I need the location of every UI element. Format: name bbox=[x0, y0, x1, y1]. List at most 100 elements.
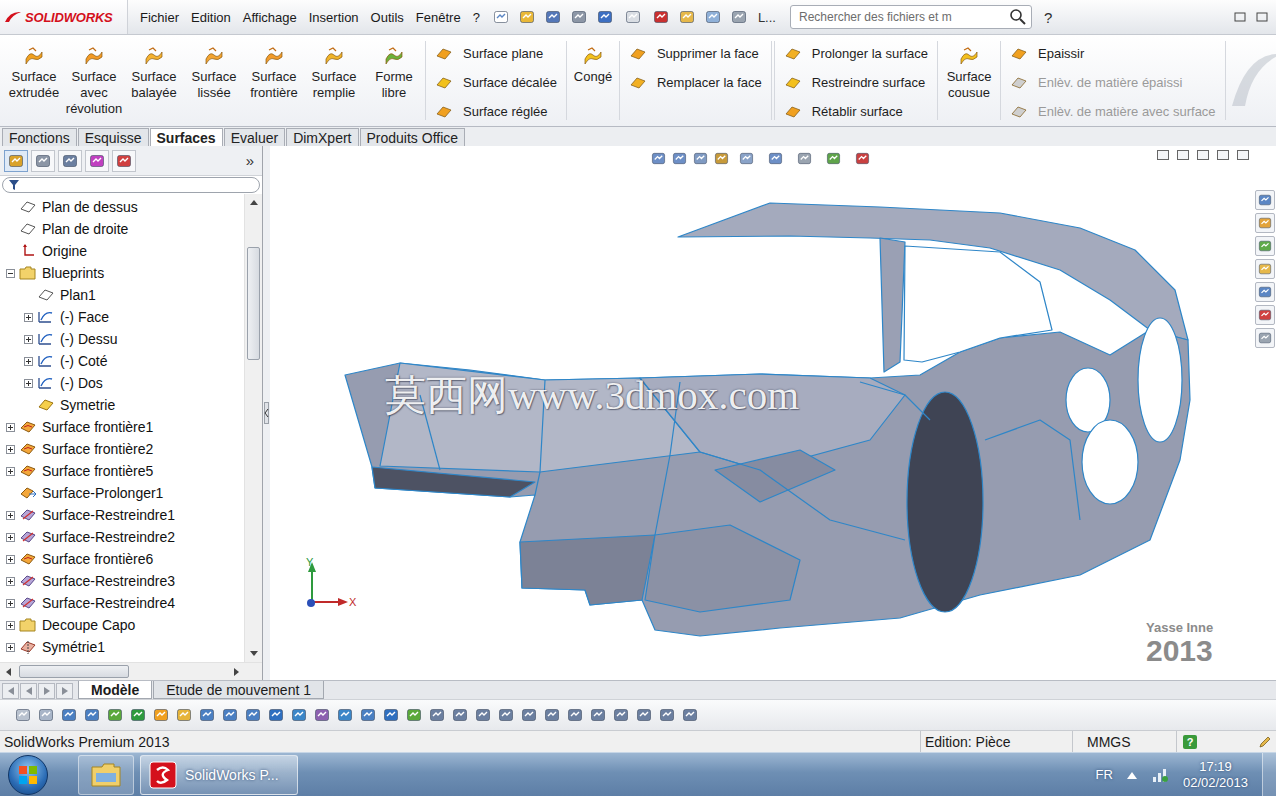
tree-item[interactable]: Surface frontière2 bbox=[0, 438, 244, 460]
selection-button[interactable] bbox=[14, 706, 32, 724]
expand-toggle[interactable] bbox=[6, 599, 15, 608]
selection-button[interactable] bbox=[336, 706, 354, 724]
ribbon-button[interactable]: Surface remplie bbox=[304, 35, 364, 126]
command-tab[interactable]: Produits Office bbox=[360, 128, 466, 146]
tree-item[interactable]: Plan1 bbox=[0, 284, 244, 306]
toolbar-button[interactable] bbox=[728, 6, 750, 28]
menu-item[interactable]: Affichage bbox=[237, 8, 303, 27]
view-button[interactable] bbox=[649, 149, 667, 167]
task-pane-button[interactable] bbox=[1255, 236, 1275, 256]
selection-button[interactable] bbox=[474, 706, 492, 724]
tree-item[interactable]: Surface frontière6 bbox=[0, 548, 244, 570]
toolbar-more[interactable]: L... bbox=[754, 10, 780, 25]
ribbon-small-button[interactable]: Remplacer la face bbox=[629, 68, 762, 97]
selection-button[interactable] bbox=[83, 706, 101, 724]
expand-toggle[interactable] bbox=[6, 621, 15, 630]
toolbar-button[interactable] bbox=[516, 6, 538, 28]
tree-item[interactable]: Surface-Prolonger1 bbox=[0, 482, 244, 504]
selection-button[interactable] bbox=[267, 706, 285, 724]
tree-item[interactable]: Surface-Restreindre3 bbox=[0, 570, 244, 592]
menu-item[interactable]: Insertion bbox=[303, 8, 365, 27]
toolbar-button[interactable] bbox=[490, 6, 512, 28]
selection-button[interactable] bbox=[658, 706, 676, 724]
expand-toggle[interactable] bbox=[6, 555, 15, 564]
tray-expand-icon[interactable] bbox=[1127, 771, 1137, 779]
view-button[interactable] bbox=[712, 149, 730, 167]
close-icon[interactable] bbox=[1236, 149, 1250, 161]
language-indicator[interactable]: FR bbox=[1096, 767, 1113, 782]
selection-button[interactable] bbox=[175, 706, 193, 724]
tree-item[interactable]: Surface-Restreindre1 bbox=[0, 504, 244, 526]
status-help[interactable]: ? bbox=[1176, 731, 1254, 752]
tree-item[interactable]: Blueprints bbox=[0, 262, 244, 284]
ribbon-button[interactable]: Surface balayée bbox=[124, 35, 184, 126]
minimize-icon[interactable] bbox=[1196, 149, 1210, 161]
explorer-button[interactable] bbox=[78, 755, 134, 795]
help-button[interactable]: ? bbox=[1032, 9, 1054, 26]
panel-tab[interactable] bbox=[31, 150, 55, 172]
view-button[interactable] bbox=[820, 149, 846, 167]
restore-button[interactable] bbox=[1230, 8, 1250, 26]
toolbar-button[interactable] bbox=[676, 6, 698, 28]
ribbon-small-button[interactable]: Surface décalée bbox=[435, 68, 557, 97]
tree-item[interactable]: Symetrie bbox=[0, 394, 244, 416]
status-edit[interactable] bbox=[1254, 731, 1276, 752]
toolbar-button[interactable] bbox=[650, 6, 672, 28]
menu-item[interactable]: Edition bbox=[185, 8, 237, 27]
tree-item[interactable]: Origine bbox=[0, 240, 244, 262]
selection-button[interactable] bbox=[520, 706, 538, 724]
expand-toggle[interactable] bbox=[6, 423, 15, 432]
ribbon-small-button[interactable]: Restreindre surface bbox=[784, 68, 928, 97]
scroll-thumb[interactable] bbox=[247, 247, 260, 360]
tree-item[interactable]: (-) Dessu bbox=[0, 328, 244, 350]
tree-item[interactable]: Surface-Restreindre4 bbox=[0, 592, 244, 614]
expand-toggle[interactable] bbox=[6, 467, 15, 476]
selection-button[interactable] bbox=[566, 706, 584, 724]
selection-button[interactable] bbox=[428, 706, 446, 724]
status-units[interactable]: MMGS bbox=[1072, 731, 1176, 752]
selection-button[interactable] bbox=[152, 706, 170, 724]
taskbar-app[interactable]: SolidWorks P... bbox=[140, 755, 298, 795]
ribbon-button[interactable]: Surface extrudée bbox=[4, 35, 64, 126]
scroll-up[interactable] bbox=[245, 194, 262, 211]
expand-toggle[interactable] bbox=[6, 445, 15, 454]
prev-tab-button[interactable] bbox=[20, 683, 37, 699]
selection-button[interactable] bbox=[635, 706, 653, 724]
ribbon-button[interactable]: Surface lissée bbox=[184, 35, 244, 126]
selection-button[interactable] bbox=[612, 706, 630, 724]
clock[interactable]: 17:1902/02/2013 bbox=[1183, 759, 1248, 791]
panel-tab[interactable] bbox=[112, 150, 136, 172]
command-tab[interactable]: Fonctions bbox=[2, 128, 77, 146]
ribbon-small-button[interactable]: Enlèv. de matière épaissi bbox=[1010, 68, 1216, 97]
selection-button[interactable] bbox=[382, 706, 400, 724]
selection-button[interactable] bbox=[221, 706, 239, 724]
model-tab[interactable]: Modèle bbox=[78, 681, 152, 699]
ribbon-small-button[interactable]: Surface plane bbox=[435, 39, 557, 68]
tree-item[interactable]: Plan de droite bbox=[0, 218, 244, 240]
expand-toggle[interactable] bbox=[6, 269, 15, 278]
selection-button[interactable] bbox=[198, 706, 216, 724]
scroll-down[interactable] bbox=[245, 645, 262, 662]
filter-field[interactable] bbox=[2, 177, 260, 193]
first-tab-button[interactable] bbox=[2, 683, 19, 699]
view-button[interactable] bbox=[670, 149, 688, 167]
ribbon-small-button[interactable]: Enlèv. de matière avec surface bbox=[1010, 97, 1216, 126]
selection-button[interactable] bbox=[129, 706, 147, 724]
ribbon-small-button[interactable]: Prolonger la surface bbox=[784, 39, 928, 68]
tree-item[interactable]: Surface frontière1 bbox=[0, 416, 244, 438]
split-icon[interactable] bbox=[1176, 149, 1190, 161]
tile-icon[interactable] bbox=[1156, 149, 1170, 161]
last-tab-button[interactable] bbox=[56, 683, 73, 699]
ribbon-button[interactable]: Forme libre bbox=[364, 35, 424, 126]
restore-icon[interactable] bbox=[1216, 149, 1230, 161]
menu-item[interactable]: Fenêtre bbox=[410, 8, 467, 27]
selection-button[interactable] bbox=[244, 706, 262, 724]
view-button[interactable] bbox=[733, 149, 759, 167]
task-pane-button[interactable] bbox=[1255, 328, 1275, 348]
viewport-canvas[interactable]: 莫西网www.3dmox.comYasse Inne2013YX bbox=[270, 146, 1254, 680]
task-pane-button[interactable] bbox=[1255, 213, 1275, 233]
tree-item[interactable]: (-) Face bbox=[0, 306, 244, 328]
command-tab[interactable]: DimXpert bbox=[286, 128, 358, 146]
panel-tab[interactable] bbox=[58, 150, 82, 172]
vertical-scrollbar[interactable] bbox=[244, 194, 262, 662]
